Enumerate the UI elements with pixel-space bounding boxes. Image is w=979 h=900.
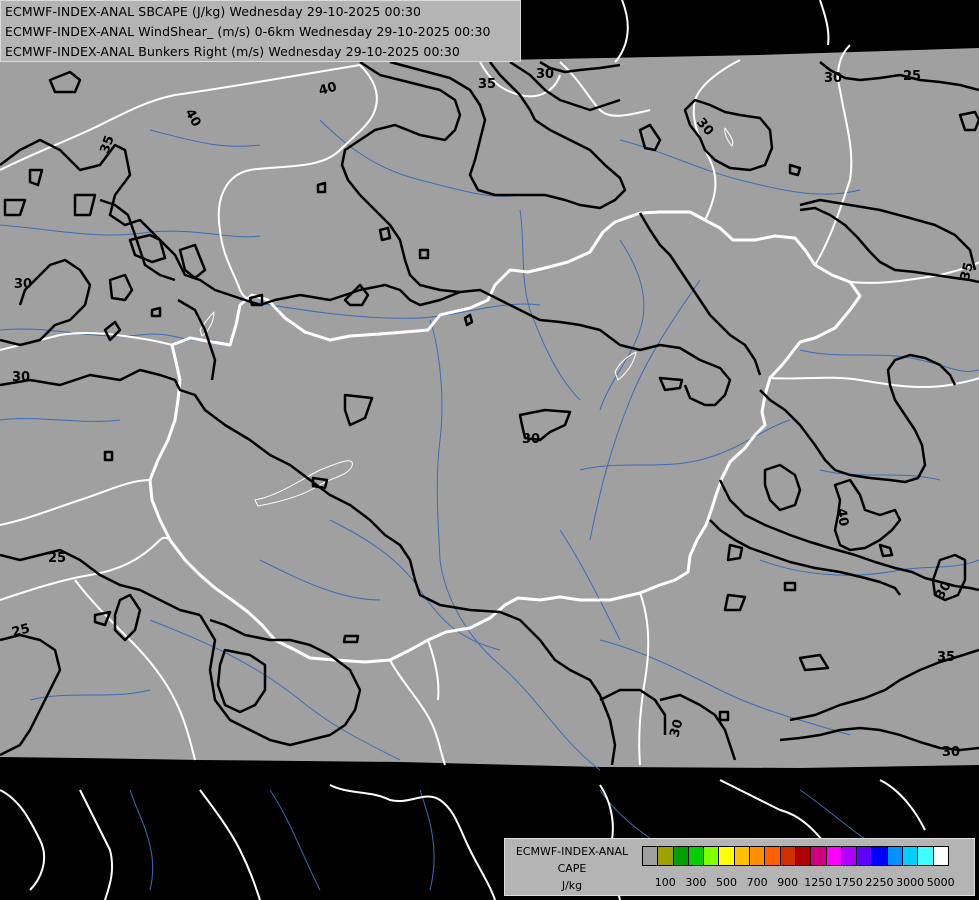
legend-title-unit: J/kg (561, 879, 583, 892)
contour-label: 30 (536, 67, 554, 82)
legend-swatch (917, 846, 934, 866)
legend-tick-label: 900 (777, 876, 799, 889)
legend-swatch (825, 846, 842, 866)
legend-tick-label: 3000 (896, 876, 925, 889)
legend-swatch (886, 846, 904, 866)
contour-label: 30 (942, 745, 960, 760)
legend-swatch (749, 846, 766, 866)
legend-swatch (764, 846, 781, 866)
legend-swatch (932, 846, 949, 866)
cape-legend: ECMWF-INDEX-ANAL CAPE J/kg 100 300 500 700 9… (504, 838, 975, 896)
legend-tick-label: 2250 (865, 876, 894, 889)
map-title-box: ECMWF-INDEX-ANAL SBCAPE (J/kg) Wednesday… (0, 0, 521, 62)
legend-title-model: ECMWF-INDEX-ANAL (515, 845, 629, 858)
title-line-windshear: ECMWF-INDEX-ANAL WindShear_ (m/s) 0-6km … (5, 24, 491, 39)
legend-swatch (902, 846, 919, 866)
legend-swatch (733, 846, 751, 866)
legend-swatch (840, 846, 858, 866)
legend-tick-label: 300 (685, 876, 707, 889)
legend-swatch (810, 846, 827, 866)
legend-tick-label: 700 (746, 876, 768, 889)
contour-label: 25 (903, 69, 921, 84)
legend-swatch (672, 846, 689, 866)
legend-swatch (703, 846, 720, 866)
legend-tick-label: 500 (716, 876, 737, 889)
legend-swatch (871, 846, 888, 866)
legend-swatch (642, 846, 659, 866)
contour-label: 30 (12, 370, 30, 385)
contour-label: 30 (824, 71, 842, 86)
legend-tick-label: 1250 (804, 876, 833, 889)
title-line-sbcape: ECMWF-INDEX-ANAL SBCAPE (J/kg) Wednesday… (5, 4, 422, 19)
legend-tick-label: 100 (654, 876, 676, 889)
legend-title-field: CAPE (557, 862, 587, 875)
legend-swatch (657, 846, 674, 866)
legend-swatch (718, 846, 735, 866)
contour-label: 30 (522, 432, 540, 447)
legend-swatch (779, 846, 796, 866)
legend-tick-label: 1750 (834, 876, 863, 889)
legend-swatch (794, 846, 812, 866)
contour-label: 35 (478, 77, 496, 92)
weather-map: 40 35 30 40 35 30 25 30 30 35 30 30 25 2… (0, 0, 979, 900)
legend-swatches (642, 846, 949, 866)
model-domain (0, 48, 979, 768)
contour-label: 30 (14, 277, 32, 292)
legend-tick-label: 5000 (926, 876, 955, 889)
legend-swatch (856, 846, 873, 866)
contour-label: 35 (937, 650, 955, 665)
title-line-bunkers: ECMWF-INDEX-ANAL Bunkers Right (m/s) Wed… (5, 44, 460, 59)
contour-label: 25 (48, 551, 66, 566)
contour-label: 40 (833, 507, 851, 527)
legend-swatch (687, 846, 705, 866)
